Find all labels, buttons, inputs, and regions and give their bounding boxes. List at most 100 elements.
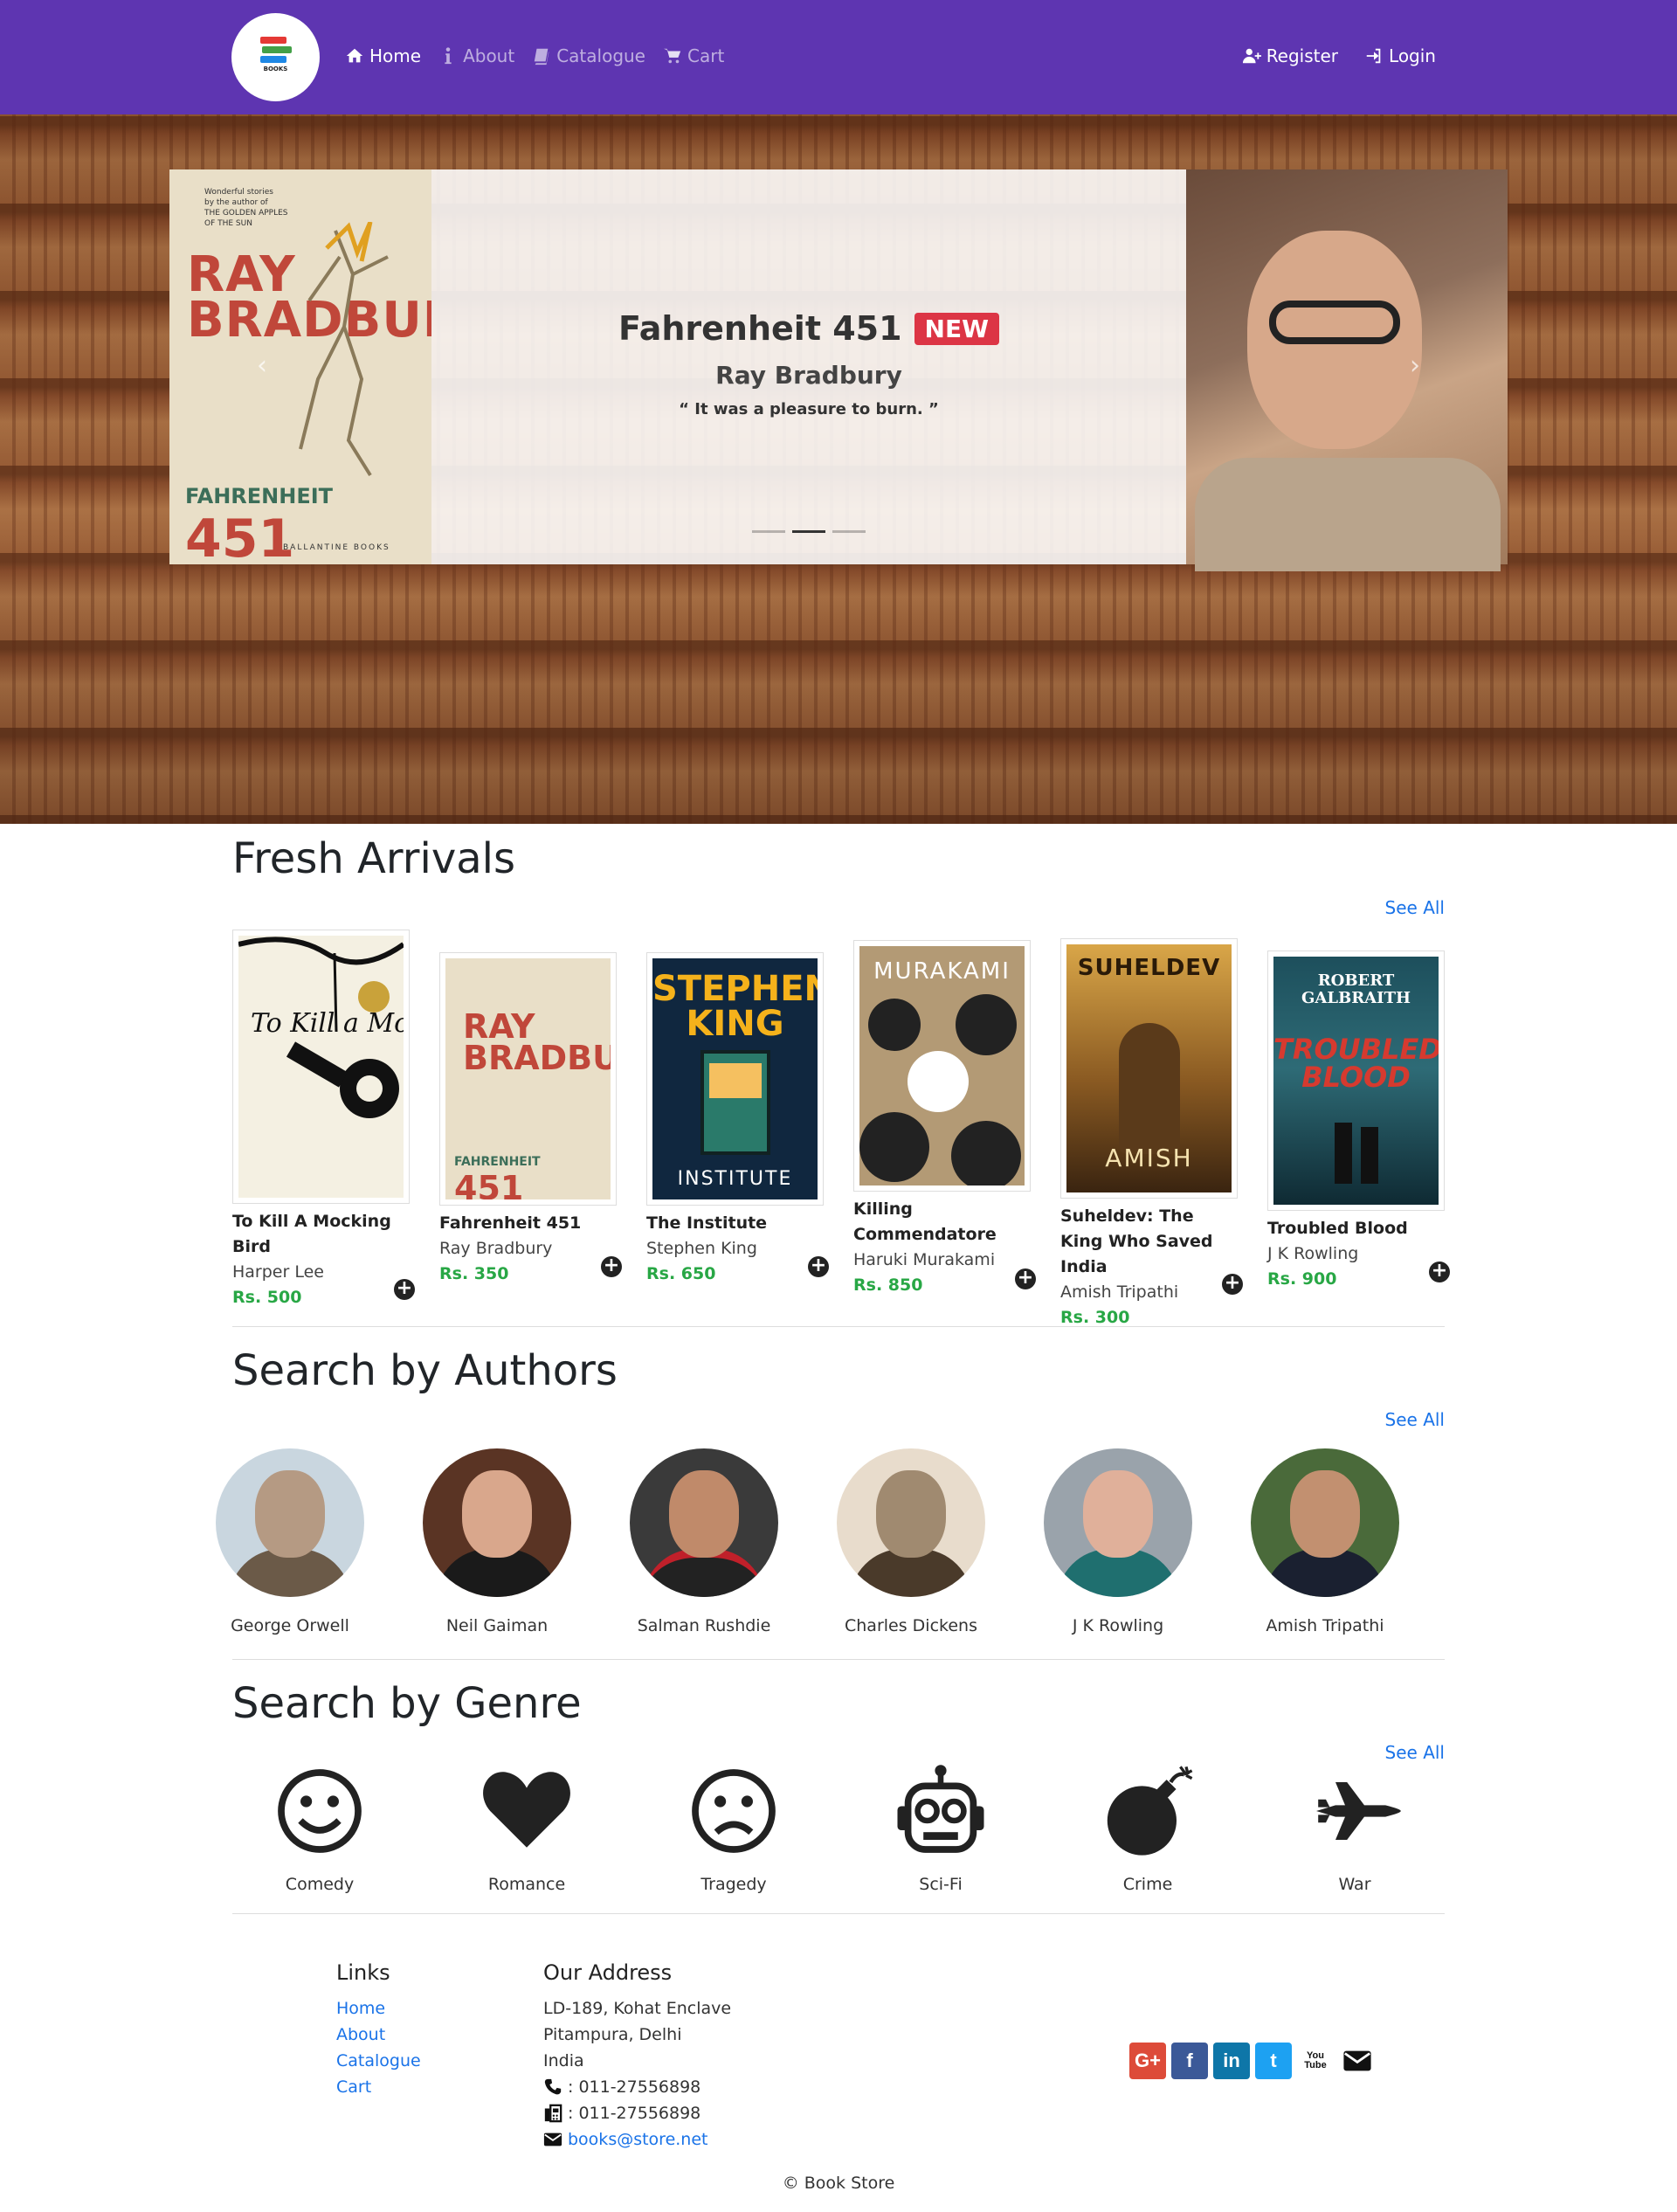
- add-to-cart-icon[interactable]: +: [1222, 1274, 1243, 1295]
- carousel-slide[interactable]: Wonderful stories by the author of THE G…: [169, 169, 1508, 571]
- author-name[interactable]: Salman Rushdie: [617, 1616, 791, 1635]
- book-cover[interactable]: SUHELDEV AMISH: [1060, 938, 1238, 1199]
- smile-icon: [278, 1769, 362, 1853]
- fax-row: : 011-27556898: [543, 2100, 731, 2126]
- youtube-icon[interactable]: You Tube: [1297, 2043, 1334, 2079]
- author-item[interactable]: George Orwell: [203, 1448, 377, 1635]
- add-to-cart-icon[interactable]: +: [1429, 1262, 1450, 1282]
- genre-tragedy[interactable]: Tragedy: [646, 1763, 821, 1894]
- footer-link-home[interactable]: Home: [336, 1995, 421, 2022]
- add-to-cart-icon[interactable]: +: [601, 1256, 622, 1277]
- authors-list: George Orwell Neil Gaiman Salman Rushdie…: [216, 1448, 1445, 1641]
- book-cover[interactable]: MURAKAMI: [853, 940, 1031, 1192]
- cover-title-text: ROBERT GALBRAITH: [1301, 971, 1411, 1007]
- avatar[interactable]: [423, 1448, 571, 1597]
- authors-see-all-link[interactable]: See All: [1385, 1409, 1445, 1430]
- slide-book-cover: Wonderful stories by the author of THE G…: [169, 169, 431, 564]
- nav-home[interactable]: Home: [345, 45, 421, 66]
- linkedin-icon[interactable]: in: [1213, 2043, 1250, 2079]
- book-name[interactable]: Suheldev: The King Who Saved India: [1060, 1204, 1239, 1280]
- footer-link-cart[interactable]: Cart: [336, 2074, 421, 2100]
- user-plus-icon: [1242, 48, 1261, 64]
- add-to-cart-icon[interactable]: +: [1015, 1268, 1036, 1289]
- hero-carousel: Wonderful stories by the author of THE G…: [0, 114, 1677, 824]
- carousel-indicator-1[interactable]: [752, 530, 785, 533]
- footer-address-title: Our Address: [543, 1960, 673, 1985]
- email-link[interactable]: books@store.net: [568, 2126, 708, 2153]
- nav-register[interactable]: Register: [1242, 45, 1338, 66]
- genre-war[interactable]: War: [1267, 1763, 1442, 1894]
- book-cover[interactable]: RAY BRADBURY FAHRENHEIT 451: [439, 952, 617, 1206]
- genre-crime[interactable]: Crime: [1060, 1763, 1235, 1894]
- book-card[interactable]: RAY BRADBURY FAHRENHEIT 451 Fahrenheit 4…: [439, 952, 622, 1287]
- book-name[interactable]: The Institute: [646, 1211, 825, 1236]
- add-to-cart-icon[interactable]: +: [808, 1256, 829, 1277]
- address-line-3: India: [543, 2051, 584, 2070]
- book-author: Harper Lee: [232, 1262, 324, 1282]
- cover-title-text: RAY BRADBURY: [463, 1007, 611, 1077]
- slide-quote: “ It was a pleasure to burn. ”: [679, 400, 939, 418]
- facebook-icon[interactable]: f: [1171, 2043, 1208, 2079]
- book-name[interactable]: To Kill A Mocking Bird: [232, 1209, 411, 1260]
- genre-title: Search by Genre: [232, 1679, 582, 1728]
- genre-see-all-link[interactable]: See All: [1385, 1742, 1445, 1763]
- twitter-icon[interactable]: t: [1255, 2043, 1292, 2079]
- carousel-indicator-2[interactable]: [792, 530, 825, 533]
- nav-home-label: Home: [369, 45, 422, 66]
- carousel-next-icon[interactable]: ›: [1410, 350, 1420, 381]
- cover-art: To Kill a Mockingbird: [238, 937, 404, 1118]
- genre-comedy[interactable]: Comedy: [232, 1763, 407, 1894]
- navbar: BOOKS Home About Catalogue Cart Register…: [0, 0, 1677, 114]
- author-name[interactable]: J K Rowling: [1031, 1616, 1205, 1635]
- nav-catalogue[interactable]: Catalogue: [532, 45, 645, 66]
- book-name[interactable]: Fahrenheit 451: [439, 1211, 618, 1236]
- author-item[interactable]: Salman Rushdie: [617, 1448, 791, 1635]
- author-item[interactable]: Neil Gaiman: [410, 1448, 584, 1635]
- footer-link-catalogue[interactable]: Catalogue: [336, 2048, 421, 2074]
- avatar[interactable]: [1251, 1448, 1399, 1597]
- book-card[interactable]: MURAKAMI Killing Commendatore Haruki Mur…: [853, 940, 1036, 1298]
- book-card[interactable]: SUHELDEV AMISH Suheldev: The King Who Sa…: [1060, 938, 1243, 1331]
- author-item[interactable]: Charles Dickens: [824, 1448, 998, 1635]
- avatar[interactable]: [1044, 1448, 1192, 1597]
- book-cover[interactable]: STEPHEN KING INSTITUTE: [646, 952, 824, 1206]
- book-cover[interactable]: To Kill a Mockingbird: [232, 930, 410, 1204]
- book-card[interactable]: To Kill a Mockingbird To Kill A Mocking …: [232, 930, 415, 1310]
- carousel-prev-icon[interactable]: ‹: [257, 350, 267, 381]
- book-price: Rs. 850: [853, 1275, 923, 1295]
- mail-icon[interactable]: [1339, 2043, 1376, 2079]
- carousel-indicator-3[interactable]: [832, 530, 866, 533]
- fighter-jet-icon: [1316, 1782, 1401, 1840]
- cover-figure-illustration: [299, 222, 389, 477]
- book-price: Rs. 500: [232, 1288, 302, 1307]
- author-name[interactable]: Amish Tripathi: [1238, 1616, 1412, 1635]
- nav-login[interactable]: Login: [1364, 45, 1436, 66]
- slide-author: Ray Bradbury: [715, 361, 902, 390]
- genre-romance[interactable]: Romance: [439, 1763, 614, 1894]
- author-name[interactable]: Charles Dickens: [824, 1616, 998, 1635]
- avatar[interactable]: [216, 1448, 364, 1597]
- book-name[interactable]: Killing Commendatore: [853, 1197, 1032, 1248]
- author-item[interactable]: J K Rowling: [1031, 1448, 1205, 1635]
- avatar[interactable]: [630, 1448, 778, 1597]
- nav-about[interactable]: About: [438, 45, 514, 66]
- book-card[interactable]: STEPHEN KING INSTITUTE The Institute Ste…: [646, 952, 829, 1287]
- footer-address: LD-189, Kohat Enclave Pitampura, Delhi I…: [543, 1995, 731, 2153]
- footer-link-about[interactable]: About: [336, 2022, 421, 2048]
- fresh-see-all-link[interactable]: See All: [1385, 897, 1445, 918]
- author-name[interactable]: George Orwell: [203, 1616, 377, 1635]
- nav-cart[interactable]: Cart: [663, 45, 724, 66]
- book-name[interactable]: Troubled Blood: [1267, 1216, 1446, 1241]
- add-to-cart-icon[interactable]: +: [394, 1279, 415, 1300]
- author-item[interactable]: Amish Tripathi: [1238, 1448, 1412, 1635]
- book-card[interactable]: ROBERT GALBRAITH TROUBLED BLOOD Troubled …: [1267, 950, 1450, 1292]
- google-plus-icon[interactable]: G+: [1129, 2043, 1166, 2079]
- footer-links-title: Links: [336, 1960, 390, 1985]
- nav-cart-label: Cart: [687, 45, 725, 66]
- book-cover[interactable]: ROBERT GALBRAITH TROUBLED BLOOD: [1267, 950, 1445, 1211]
- genre-scifi[interactable]: Sci-Fi: [853, 1763, 1028, 1894]
- cover-title-text: To Kill a Mockingbird: [251, 1008, 404, 1039]
- avatar[interactable]: [837, 1448, 985, 1597]
- brand-logo[interactable]: BOOKS: [231, 13, 320, 101]
- author-name[interactable]: Neil Gaiman: [410, 1616, 584, 1635]
